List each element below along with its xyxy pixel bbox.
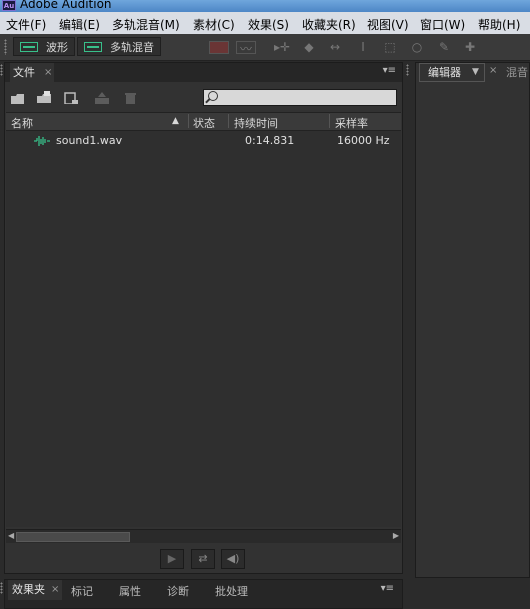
- menu-view[interactable]: 视图(V): [367, 16, 409, 33]
- autoplay-speaker-icon[interactable]: ◀): [221, 549, 245, 569]
- tab-batch-process[interactable]: 批处理: [215, 583, 248, 599]
- audition-app-icon: Au: [2, 0, 16, 11]
- panel-grip-icon-bottom[interactable]: [0, 582, 3, 594]
- column-header-status[interactable]: 状态: [193, 115, 215, 131]
- import-file-icon[interactable]: [36, 91, 53, 103]
- search-icon: [208, 91, 218, 101]
- effects-rack-panel: 效果夹 × 标记 属性 诊断 批处理 ▾≡: [4, 579, 403, 609]
- panel-menu-icon[interactable]: ▾≡: [381, 583, 394, 594]
- insert-into-multitrack-icon[interactable]: [94, 92, 110, 104]
- panel-grip-icon[interactable]: [0, 64, 3, 76]
- close-icon[interactable]: ×: [44, 63, 52, 82]
- chevron-down-icon[interactable]: ▼: [472, 64, 479, 81]
- column-divider[interactable]: [228, 114, 229, 128]
- search-input[interactable]: [203, 89, 397, 106]
- panel-menu-icon[interactable]: ▾≡: [383, 65, 396, 76]
- files-panel: 文件 × ▾≡ 名称 ▲ 状态 持续时间 采样率 sound1.wav 0:14…: [4, 62, 403, 574]
- editor-panel: 编辑器 ▼ × 混音: [415, 62, 530, 578]
- files-panel-tabbar: 文件 × ▾≡: [5, 63, 402, 82]
- table-row[interactable]: sound1.wav 0:14.831 16000 Hz: [6, 133, 401, 149]
- menu-edit[interactable]: 编辑(E): [59, 16, 100, 33]
- open-file-icon[interactable]: [10, 93, 26, 105]
- razor-tool-icon[interactable]: ◆: [301, 40, 317, 54]
- loop-icon[interactable]: ⇄: [191, 549, 215, 569]
- close-icon[interactable]: ×: [489, 65, 497, 76]
- time-selection-icon[interactable]: I: [355, 40, 371, 54]
- menu-file[interactable]: 文件(F): [6, 16, 46, 33]
- waveform-file-icon: [34, 136, 50, 146]
- column-header-sample-rate[interactable]: 采样率: [335, 115, 368, 131]
- tab-effects-rack-label: 效果夹: [12, 583, 45, 596]
- menu-bar: 文件(F) 编辑(E) 多轨混音(M) 素材(C) 效果(S) 收藏夹(R) 视…: [0, 12, 530, 34]
- menu-help[interactable]: 帮助(H): [478, 16, 520, 33]
- waveform-button-label: 波形: [46, 41, 68, 54]
- menu-window[interactable]: 窗口(W): [420, 16, 465, 33]
- tab-editor[interactable]: 编辑器 ▼: [419, 63, 485, 82]
- sort-ascending-icon[interactable]: ▲: [172, 116, 179, 126]
- multitrack-button-label: 多轨混音: [110, 41, 154, 54]
- panel-grip-icon-right[interactable]: [406, 64, 409, 76]
- window-title: Adobe Audition: [20, 0, 112, 11]
- move-tool-icon[interactable]: ▸✛: [274, 40, 290, 54]
- tab-properties[interactable]: 属性: [119, 583, 141, 599]
- close-icon[interactable]: ×: [51, 580, 59, 600]
- multitrack-view-button[interactable]: 多轨混音: [77, 37, 161, 56]
- multitrack-icon: [84, 42, 102, 52]
- tab-files-label: 文件: [13, 66, 35, 79]
- column-divider[interactable]: [329, 114, 330, 128]
- play-icon[interactable]: ▶: [160, 549, 184, 569]
- scroll-right-icon[interactable]: ▶: [393, 531, 399, 540]
- main-toolbar: 波形 多轨混音 〰 ▸✛ ◆ ↔ I ⬚ ○ ✎ ✚: [0, 34, 530, 61]
- menu-favorites[interactable]: 收藏夹(R): [302, 16, 356, 33]
- menu-multitrack[interactable]: 多轨混音(M): [112, 16, 180, 33]
- horizontal-scrollbar[interactable]: ◀ ▶: [6, 529, 401, 543]
- spectral-display-icon[interactable]: [209, 41, 229, 54]
- marquee-tool-icon[interactable]: ⬚: [382, 40, 398, 54]
- file-sample-rate: 16000 Hz: [337, 134, 390, 147]
- title-bar: Au Adobe Audition: [0, 0, 530, 12]
- spectral-pitch-icon[interactable]: 〰: [236, 41, 256, 56]
- column-divider[interactable]: [188, 114, 189, 128]
- scroll-left-icon[interactable]: ◀: [8, 531, 14, 540]
- menu-effects[interactable]: 效果(S): [248, 16, 289, 33]
- tab-files[interactable]: 文件 ×: [10, 63, 54, 82]
- column-header-duration[interactable]: 持续时间: [234, 115, 278, 131]
- file-duration: 0:14.831: [245, 134, 295, 147]
- brush-tool-icon[interactable]: ✎: [436, 40, 452, 54]
- waveform-icon: [20, 42, 38, 52]
- file-name: sound1.wav: [56, 134, 123, 147]
- tab-editor-label: 编辑器: [428, 66, 461, 79]
- files-table-body: sound1.wav 0:14.831 16000 Hz: [6, 131, 401, 527]
- delete-icon[interactable]: [124, 92, 137, 104]
- toolbar-grip-icon[interactable]: [4, 39, 7, 55]
- tab-diagnostics[interactable]: 诊断: [167, 583, 189, 599]
- new-file-icon[interactable]: [64, 92, 79, 104]
- scrollbar-thumb[interactable]: [16, 532, 130, 542]
- healing-brush-icon[interactable]: ✚: [462, 40, 478, 54]
- files-table-header: 名称 ▲ 状态 持续时间 采样率: [6, 112, 401, 131]
- tab-effects-rack[interactable]: 效果夹 ×: [8, 580, 62, 600]
- tab-markers[interactable]: 标记: [71, 583, 93, 599]
- slip-tool-icon[interactable]: ↔: [327, 40, 343, 54]
- menu-clip[interactable]: 素材(C): [193, 16, 235, 33]
- tab-mixer[interactable]: 混音: [506, 63, 528, 82]
- column-header-name[interactable]: 名称: [11, 115, 33, 131]
- lasso-tool-icon[interactable]: ○: [409, 40, 425, 54]
- waveform-view-button[interactable]: 波形: [13, 37, 75, 56]
